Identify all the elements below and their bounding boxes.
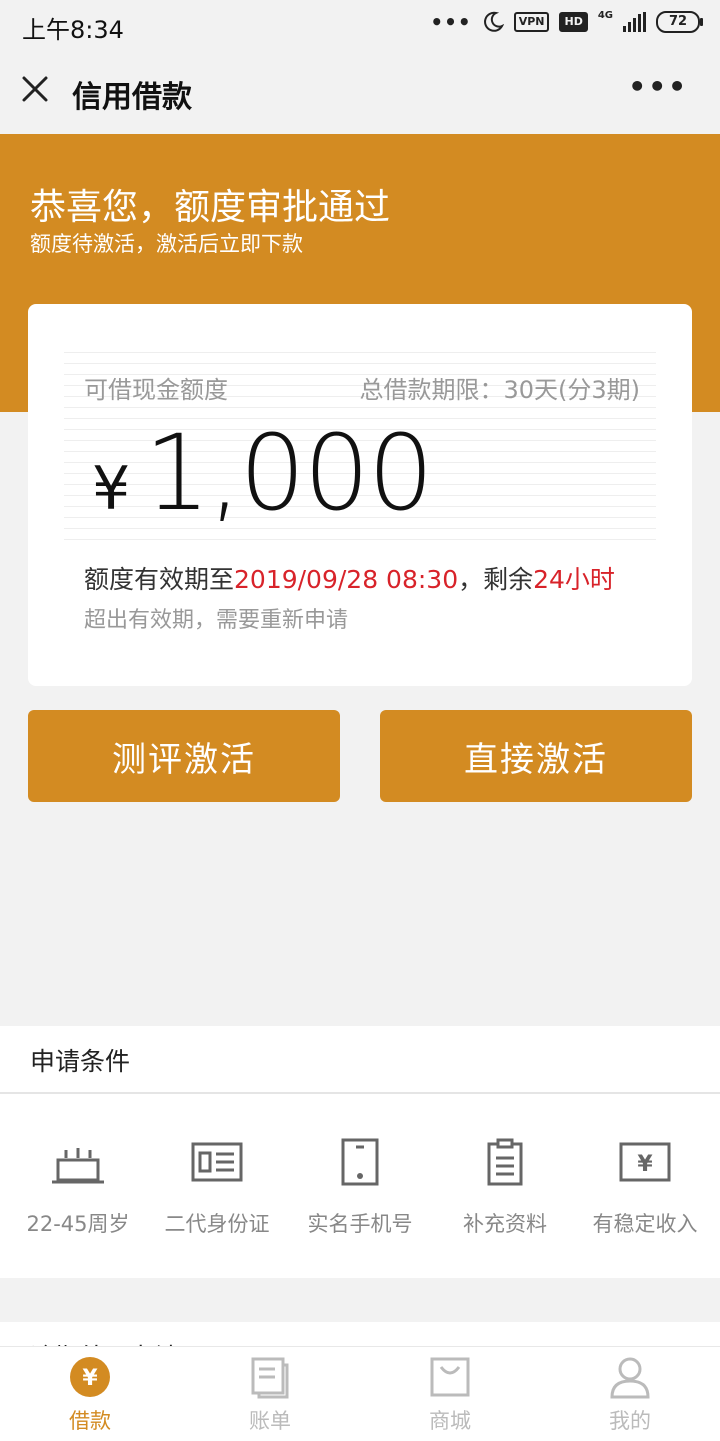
condition-label: 补充资料 xyxy=(463,1212,547,1236)
direct-activate-button[interactable]: 直接激活 xyxy=(380,710,692,802)
page-title: 信用借款 xyxy=(72,80,192,115)
condition-item-documents: 补充资料 xyxy=(435,1138,575,1238)
svg-text:¥: ¥ xyxy=(82,1366,98,1391)
status-time: 上午8:34 xyxy=(22,16,124,44)
banner-title: 恭喜您，额度审批通过 xyxy=(30,187,391,228)
credit-amount: ¥ 1,000 xyxy=(92,412,434,534)
condition-label: 有稳定收入 xyxy=(592,1212,698,1236)
id-card-icon xyxy=(191,1142,243,1182)
phone-icon xyxy=(341,1138,379,1186)
status-bar: 上午8:34 ••• VPN HD 4G 72 xyxy=(0,0,720,52)
yuan-bill-icon: ¥ xyxy=(619,1142,671,1182)
bill-icon xyxy=(251,1357,289,1399)
hd-icon: HD xyxy=(559,12,588,32)
tab-mine[interactable]: 我的 xyxy=(540,1355,720,1435)
validity-remaining: 24小时 xyxy=(533,565,615,594)
validity-text: 额度有效期至2019/09/28 08:30，剩余24小时 xyxy=(84,560,615,596)
condition-label: 22-45周岁 xyxy=(26,1212,130,1236)
condition-item-phone: 实名手机号 xyxy=(290,1138,430,1238)
validity-date: 2019/09/28 08:30 xyxy=(234,565,459,594)
banner-subtitle: 额度待激活，激活后立即下款 xyxy=(30,232,303,256)
yuan-circle-icon: ¥ xyxy=(70,1357,110,1397)
moon-icon xyxy=(483,11,504,32)
conditions-title: 申请条件 xyxy=(30,1047,131,1076)
conditions-header: 申请条件 xyxy=(0,1026,720,1094)
nav-bar: 信用借款 ••• xyxy=(0,52,720,134)
battery-icon: 72 xyxy=(656,11,703,33)
condition-label: 二代身份证 xyxy=(164,1212,270,1236)
condition-label: 实名手机号 xyxy=(307,1212,413,1236)
clipboard-icon xyxy=(487,1138,523,1186)
condition-item-id-card: 二代身份证 xyxy=(147,1138,287,1238)
tab-label: 商城 xyxy=(429,1409,471,1433)
notification-dots-icon: ••• xyxy=(430,10,472,34)
tab-label: 我的 xyxy=(609,1409,651,1433)
vpn-icon: VPN xyxy=(513,12,550,32)
validity-prefix: 额度有效期至 xyxy=(84,565,235,594)
condition-item-income: ¥ 有稳定收入 xyxy=(575,1138,715,1238)
tab-mall[interactable]: 商城 xyxy=(360,1355,540,1435)
shopping-bag-icon xyxy=(430,1357,470,1397)
network-type: 4G xyxy=(597,10,613,21)
tab-loan[interactable]: ¥ 借款 xyxy=(0,1355,180,1435)
currency-symbol: ¥ xyxy=(92,454,131,524)
close-icon[interactable] xyxy=(20,74,50,104)
tab-label: 借款 xyxy=(69,1409,111,1433)
tab-bar: ¥ 借款 账单 商城 我的 xyxy=(0,1346,720,1441)
loan-term-label: 总借款期限：30天(分3期) xyxy=(359,376,640,404)
conditions-list: 22-45周岁 二代身份证 实名手机号 补充资料 ¥ 有稳定收入 xyxy=(0,1094,720,1278)
cake-icon xyxy=(52,1148,104,1184)
user-icon xyxy=(610,1357,650,1399)
tab-bill[interactable]: 账单 xyxy=(180,1355,360,1435)
status-icons: ••• VPN HD 4G 72 xyxy=(430,10,703,34)
validity-note: 超出有效期，需要重新申请 xyxy=(84,608,349,633)
validity-mid: ，剩余 xyxy=(458,565,534,594)
amount-value: 1,000 xyxy=(144,412,434,534)
more-options-icon[interactable]: ••• xyxy=(628,70,688,103)
condition-item-age: 22-45周岁 xyxy=(8,1138,148,1238)
credit-limit-card: 可借现金额度 总借款期限：30天(分3期) ¥ 1,000 额度有效期至2019… xyxy=(28,304,692,686)
signal-icon xyxy=(623,12,646,32)
svg-text:¥: ¥ xyxy=(637,1152,653,1177)
evaluate-activate-button[interactable]: 测评激活 xyxy=(28,710,340,802)
amount-label: 可借现金额度 xyxy=(84,376,228,404)
tab-label: 账单 xyxy=(249,1409,291,1433)
